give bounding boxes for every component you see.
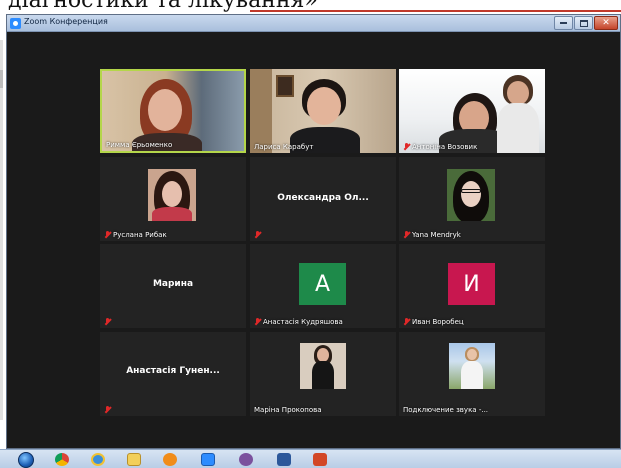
profile-photo xyxy=(300,343,346,389)
taskbar-powerpoint[interactable] xyxy=(308,451,332,468)
participant-name: Руслана Рибак xyxy=(104,231,167,239)
mic-muted-icon xyxy=(254,231,261,239)
zoom-icon xyxy=(201,453,215,466)
participant-name: Лариса Карабут xyxy=(254,143,314,151)
profile-photo xyxy=(447,169,495,221)
participant-name: Yana Mendryk xyxy=(403,231,461,239)
powerpoint-icon xyxy=(313,453,327,466)
participant-name: Анастасія Кудряшова xyxy=(254,318,343,326)
participant-tile[interactable]: Подключение звука -... xyxy=(399,332,545,416)
minimize-button[interactable] xyxy=(554,16,573,30)
mic-muted-icon xyxy=(254,318,261,326)
mic-muted-icon xyxy=(104,318,111,326)
internet-explorer-icon xyxy=(91,453,105,466)
taskbar-word[interactable] xyxy=(272,451,296,468)
start-button[interactable] xyxy=(14,451,38,468)
maximize-icon xyxy=(579,19,588,27)
window-titlebar[interactable]: Zoom Конференция ✕ xyxy=(7,15,620,32)
taskbar xyxy=(0,449,621,468)
participant-video xyxy=(250,69,396,153)
screen: діагностики та лікування» Zoom Конференц… xyxy=(0,0,621,468)
taskbar-internet-explorer[interactable] xyxy=(86,451,110,468)
taskbar-viber[interactable] xyxy=(234,451,258,468)
mic-muted-icon xyxy=(104,231,111,239)
minimize-icon xyxy=(560,22,567,24)
chrome-icon xyxy=(55,453,69,466)
participant-tile[interactable]: Антоніна Возовик xyxy=(399,69,545,153)
participant-tile[interactable]: И Иван Воробец xyxy=(399,244,545,328)
participant-status xyxy=(254,231,261,239)
participant-tile[interactable]: Лариса Карабут xyxy=(250,69,396,153)
windows-start-icon xyxy=(18,451,34,468)
participant-status xyxy=(104,406,111,414)
participant-avatar: А xyxy=(299,263,346,305)
participant-tile[interactable]: Римма Єрьоменко xyxy=(100,69,246,153)
mic-muted-icon xyxy=(403,231,410,239)
participant-video xyxy=(399,69,545,153)
participant-tile[interactable]: Yana Mendryk xyxy=(399,157,545,241)
participant-tile[interactable]: Олександра Ол... xyxy=(250,157,396,241)
window-controls: ✕ xyxy=(554,16,618,30)
participant-tile[interactable]: Марина xyxy=(100,244,246,328)
window-title: Zoom Конференция xyxy=(24,17,108,26)
close-button[interactable]: ✕ xyxy=(594,16,618,30)
participant-name: Маріна Прокопова xyxy=(254,406,322,414)
close-icon: ✕ xyxy=(602,17,610,28)
taskbar-media-player[interactable] xyxy=(158,451,182,468)
viber-icon xyxy=(239,453,253,466)
taskbar-file-explorer[interactable] xyxy=(122,451,146,468)
maximize-button[interactable] xyxy=(574,16,593,30)
profile-photo xyxy=(449,343,495,389)
participant-display-name: Олександра Ол... xyxy=(277,193,369,203)
mic-muted-icon xyxy=(403,143,410,151)
participant-status xyxy=(104,318,111,326)
mic-muted-icon xyxy=(104,406,111,414)
profile-photo xyxy=(148,169,196,221)
taskbar-zoom[interactable] xyxy=(196,451,220,468)
participant-tile[interactable]: Анастасія Гунен... xyxy=(100,332,246,416)
participant-avatar: И xyxy=(448,263,495,305)
participant-display-name: Марина xyxy=(152,279,194,289)
media-player-icon xyxy=(163,453,177,466)
participant-name: Подключение звука -... xyxy=(403,406,489,414)
word-icon xyxy=(277,453,291,466)
participant-tile[interactable]: Руслана Рибак xyxy=(100,157,246,241)
document-margin-mark xyxy=(0,70,3,88)
participant-tile[interactable]: А Анастасія Кудряшова xyxy=(250,244,396,328)
participant-tile[interactable]: Маріна Прокопова xyxy=(250,332,396,416)
zoom-app-icon xyxy=(10,18,21,29)
participant-video xyxy=(102,71,244,151)
taskbar-chrome[interactable] xyxy=(50,451,74,468)
folder-icon xyxy=(127,453,141,466)
document-margin xyxy=(0,40,3,420)
zoom-window: Zoom Конференция ✕ Римма Єрьоменко Ларис… xyxy=(6,14,621,449)
document-divider xyxy=(250,10,621,12)
participant-name: Антоніна Возовик xyxy=(403,143,477,151)
participant-name: Римма Єрьоменко xyxy=(106,141,173,149)
participant-display-name: Анастасія Гунен... xyxy=(126,366,220,376)
participant-name: Иван Воробец xyxy=(403,318,464,326)
mic-muted-icon xyxy=(403,318,410,326)
